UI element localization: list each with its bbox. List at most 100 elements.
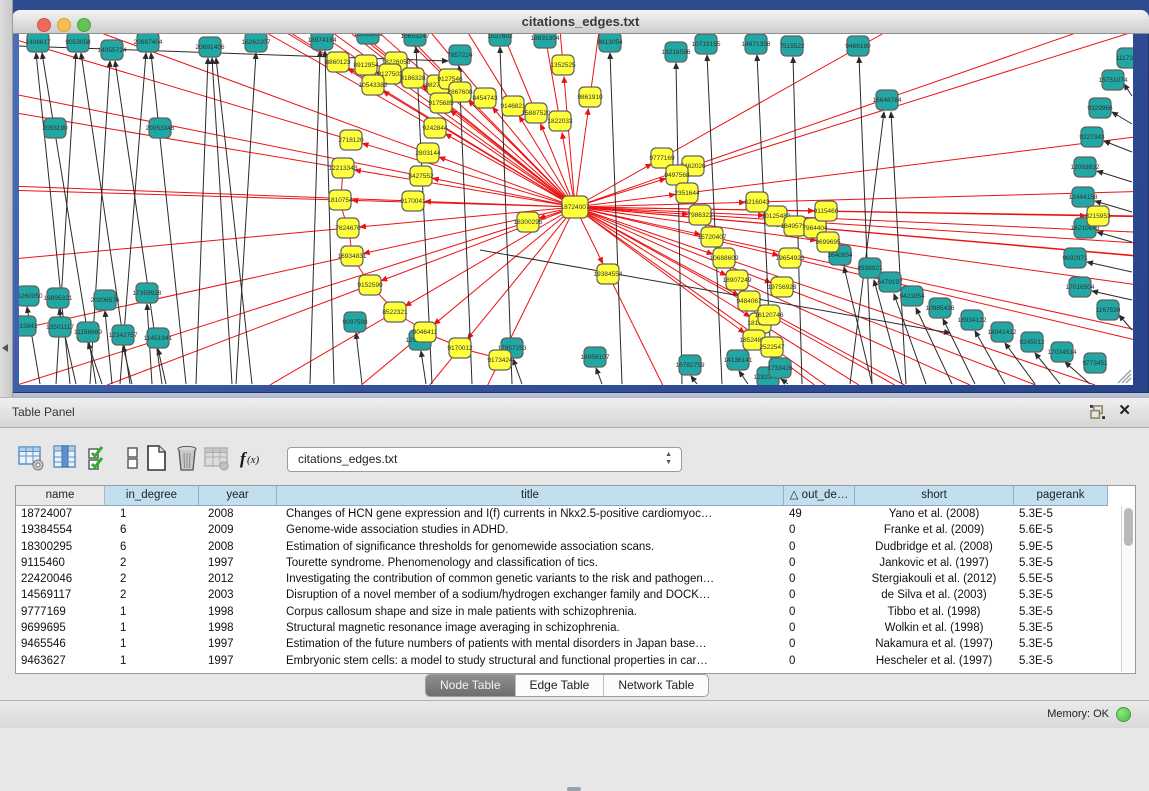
network-canvas[interactable]: 1406617 9053058 14055724 20687404 20691406 16… [0, 0, 1149, 397]
graph-node[interactable]: 9497568 [664, 165, 690, 185]
graph-node[interactable]: 9242844 [422, 118, 448, 138]
column-header-short[interactable]: short [855, 486, 1014, 506]
graph-node[interactable]: 2522547 [759, 337, 785, 357]
graph-node[interactable]: 19895321 [44, 288, 73, 308]
table-row[interactable]: 1830029562008Estimation of significance … [16, 539, 1121, 555]
graph-node[interactable]: 2053190 [42, 118, 68, 138]
tab-network-table[interactable]: Network Table [604, 675, 708, 696]
graph-node[interactable]: 8186328 [400, 68, 426, 88]
table-row[interactable]: 911546021997Tourette syndrome. Phenomeno… [16, 555, 1121, 571]
graph-node[interactable]: 14055724 [98, 40, 127, 60]
graph-node[interactable]: 19384554 [594, 264, 623, 284]
graph-node[interactable]: 1352525 [550, 55, 576, 75]
panel-collapse-arrow-icon[interactable] [2, 344, 8, 352]
graph-node[interactable]: 16262207 [242, 32, 271, 52]
column-settings-icon[interactable] [18, 445, 44, 471]
graph-node[interactable]: 1733426 [767, 358, 793, 378]
graph-node[interactable]: 20206576 [91, 290, 120, 310]
graph-node[interactable]: 19218586 [662, 42, 691, 62]
graph-node[interactable]: 15751074 [1099, 70, 1128, 90]
graph-node[interactable]: 18907249 [723, 270, 752, 290]
graph-node[interactable]: 12342757 [109, 325, 138, 345]
table-row[interactable]: 977716911998Corpus callosum shape and si… [16, 604, 1121, 620]
unselect-rows-icon[interactable] [120, 445, 146, 471]
function-builder-icon[interactable]: f (x) [238, 445, 268, 471]
graph-node[interactable]: 9173424 [487, 350, 513, 370]
table-selector-dropdown[interactable]: citations_edges.txt ▲▼ [287, 447, 682, 472]
graph-node[interactable]: 1167530 [1096, 300, 1121, 320]
graph-node[interactable]: 16648784 [873, 90, 902, 110]
column-header-name[interactable]: name [16, 486, 105, 506]
graph-node[interactable]: 10688609 [710, 248, 739, 268]
graph-node[interactable]: 8454743 [472, 88, 498, 108]
graph-node[interactable]: 16120746 [755, 305, 784, 325]
graph-node[interactable]: 9053058 [65, 32, 91, 52]
network-window-titlebar[interactable]: citations_edges.txt [12, 10, 1149, 34]
graph-node[interactable]: 9861910 [577, 87, 603, 107]
graph-node[interactable]: 17359928 [133, 283, 162, 303]
table-row[interactable]: 1456911722003Disruption of a novel membe… [16, 587, 1121, 603]
graph-node[interactable]: 11451941 [144, 328, 173, 348]
graph-node[interactable]: 2718120 [338, 130, 364, 150]
close-panel-icon[interactable]: ✕ [1118, 403, 1131, 419]
graph-node[interactable]: 20687404 [134, 32, 163, 52]
graph-node[interactable]: 13501117 [46, 317, 74, 337]
graph-node[interactable]: 9692971 [1062, 248, 1088, 268]
graph-node[interactable]: 25260050 [14, 286, 43, 306]
graph-node[interactable]: 16934122 [958, 310, 987, 330]
graph-node[interactable]: 9329966 [1087, 98, 1113, 118]
graph-node[interactable]: 9170041 [400, 191, 426, 211]
graph-node[interactable]: 14136141 [724, 350, 753, 370]
graph-node[interactable]: 1406617 [25, 32, 51, 52]
delete-table-icon[interactable] [174, 445, 200, 471]
graph-node[interactable]: 20691406 [196, 37, 225, 57]
graph-node[interactable]: 9170012 [447, 338, 473, 358]
tab-node-table[interactable]: Node Table [426, 675, 516, 696]
graph-node[interactable]: 7624670 [335, 218, 361, 238]
graph-node[interactable]: 15720407 [698, 227, 727, 247]
graph-node[interactable]: 10985426 [926, 298, 955, 318]
graph-node[interactable]: 18724007 [561, 196, 590, 218]
graph-node[interactable]: 9245012 [1019, 332, 1045, 352]
graph-node[interactable]: 9175685 [428, 93, 454, 113]
graph-node[interactable]: 12093832 [1071, 157, 1100, 177]
float-panel-icon[interactable] [1090, 405, 1105, 419]
graph-node[interactable]: 9773451 [1082, 353, 1108, 373]
table-row[interactable]: 1938455462009Genome-wide association stu… [16, 522, 1121, 538]
column-header-pagerank[interactable]: pagerank [1014, 486, 1108, 506]
graph-node[interactable]: 3915941 [12, 316, 38, 336]
graph-node[interactable]: 16782759 [676, 355, 705, 375]
graph-node[interactable]: 9421054 [899, 286, 925, 306]
graph-node[interactable]: 6479197 [877, 272, 903, 292]
divider-handle[interactable] [567, 787, 581, 791]
graph-node[interactable]: 8860123 [325, 52, 351, 72]
graph-node[interactable]: 20053346 [146, 118, 175, 138]
table-row[interactable]: 1872400712008Changes of HCN gene express… [16, 506, 1121, 522]
graph-node[interactable]: 8427552 [408, 166, 434, 186]
column-header-out_de[interactable]: △ out_de… [784, 486, 855, 506]
graph-node[interactable]: 19654923 [776, 248, 805, 268]
graph-node[interactable]: 9115460 [814, 201, 839, 221]
graph-node[interactable]: 2803144 [415, 143, 441, 163]
graph-node[interactable]: 7515522 [779, 36, 805, 56]
graph-node[interactable]: 10719155 [692, 34, 721, 54]
graph-node[interactable]: 1117304 [1116, 48, 1141, 68]
graph-node[interactable]: 12213343 [329, 158, 358, 178]
graph-node[interactable]: 14671358 [742, 34, 771, 54]
graph-node[interactable]: 6216043 [744, 192, 770, 212]
graph-node[interactable]: 10543382 [359, 75, 388, 95]
column-header-year[interactable]: year [199, 486, 277, 506]
table-row[interactable]: 946362711997Embryonic stem cells: a mode… [16, 653, 1121, 669]
table-scrollbar[interactable] [1121, 506, 1135, 672]
graph-node[interactable]: 16934831 [338, 246, 367, 266]
scrollbar-thumb[interactable] [1124, 508, 1133, 546]
graph-node[interactable]: 9699695 [815, 232, 841, 252]
graph-node[interactable]: 19756928 [768, 277, 797, 297]
tab-edge-table[interactable]: Edge Table [516, 675, 605, 696]
table-row[interactable]: 946554611997Estimation of the future num… [16, 636, 1121, 652]
graph-node[interactable]: 17016504 [1066, 277, 1095, 297]
graph-node[interactable]: 9046411 [413, 322, 438, 342]
graph-node[interactable]: 9152590 [357, 275, 383, 295]
graph-node[interactable]: 9097588 [342, 312, 368, 332]
graph-node[interactable]: 11156869 [74, 322, 102, 342]
